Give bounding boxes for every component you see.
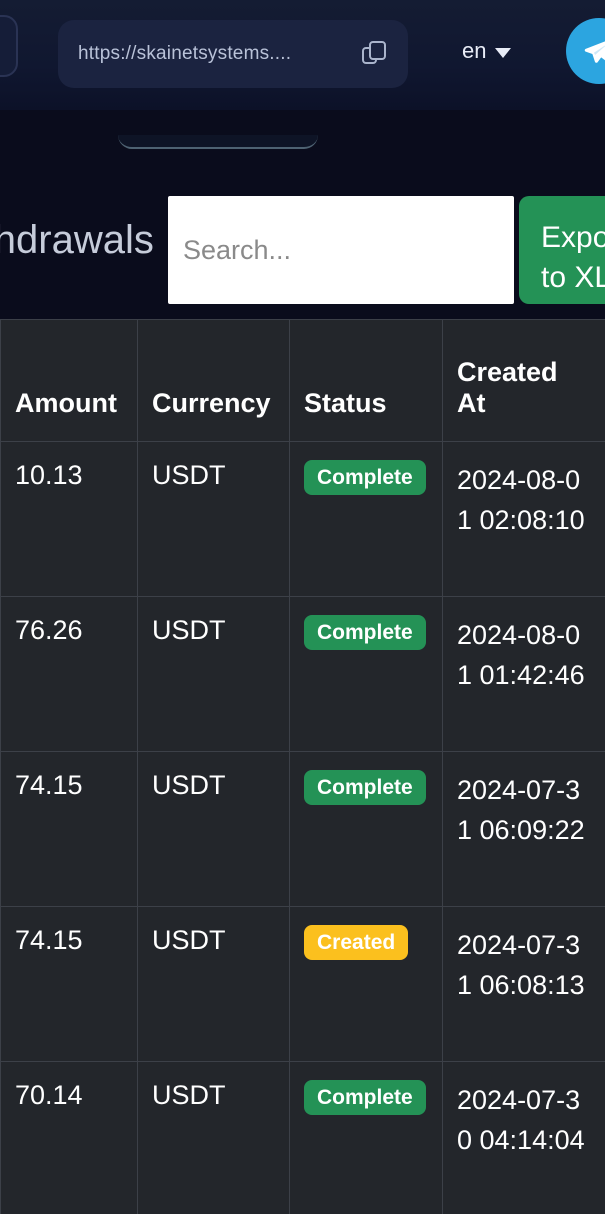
telegram-send-icon[interactable] — [566, 18, 605, 84]
cell-currency: USDT — [137, 1061, 290, 1214]
table-row[interactable]: 10.13 USDT Complete 2024-08-01 02:08:10 — [0, 441, 605, 597]
export-to-xlsx-button[interactable]: Export to XLSX — [519, 196, 605, 304]
status-badge: Complete — [304, 615, 426, 650]
table-header: Amount Currency Status Created At — [0, 319, 605, 442]
withdrawals-table: Amount Currency Status Created At 10.13 U… — [0, 319, 605, 1214]
status-badge: Complete — [304, 460, 426, 495]
cell-amount: 10.13 — [0, 441, 138, 597]
url-text: https://skainetsystems.... — [78, 43, 292, 64]
cell-currency: USDT — [137, 906, 290, 1062]
column-header-amount[interactable]: Amount — [0, 319, 138, 442]
column-header-created-at[interactable]: Created At — [442, 319, 605, 442]
app-screen: https://skainetsystems.... en Withdrawal… — [0, 0, 605, 1214]
table-header-row: Amount Currency Status Created At — [0, 319, 605, 442]
table-row[interactable]: 74.15 USDT Created 2024-07-31 06:08:13 — [0, 906, 605, 1062]
column-header-status[interactable]: Status — [289, 319, 443, 442]
withdrawals-table-container[interactable]: Amount Currency Status Created At 10.13 U… — [0, 319, 605, 1214]
cell-created-at: 2024-07-30 04:14:04 — [442, 1061, 605, 1214]
back-button[interactable] — [0, 15, 18, 77]
cell-status: Complete — [289, 1061, 443, 1214]
language-label: en — [462, 38, 487, 63]
created-at-value: 2024-08-01 01:42:46 — [457, 620, 585, 690]
cell-created-at: 2024-08-01 02:08:10 — [442, 441, 605, 597]
page-title: Withdrawals — [0, 218, 154, 262]
cell-currency: USDT — [137, 596, 290, 752]
status-badge: Complete — [304, 1080, 426, 1115]
search-input[interactable] — [168, 196, 514, 304]
browser-header: https://skainetsystems.... en — [0, 0, 605, 110]
chevron-down-icon — [495, 47, 512, 58]
table-body: 10.13 USDT Complete 2024-08-01 02:08:10 76.2… — [0, 441, 605, 1214]
cell-created-at: 2024-07-31 06:08:13 — [442, 906, 605, 1062]
table-row[interactable]: 76.26 USDT Complete 2024-08-01 01:42:46 — [0, 596, 605, 752]
created-at-value: 2024-07-30 04:14:04 — [457, 1085, 585, 1155]
cell-status: Created — [289, 906, 443, 1062]
created-at-value: 2024-07-31 06:08:13 — [457, 930, 585, 1000]
cell-amount: 76.26 — [0, 596, 138, 752]
language-selector[interactable]: en — [462, 38, 512, 64]
cell-created-at: 2024-08-01 01:42:46 — [442, 596, 605, 752]
cell-amount: 74.15 — [0, 751, 138, 907]
cell-amount: 70.14 — [0, 1061, 138, 1214]
copy-icon[interactable] — [362, 41, 388, 67]
cell-status: Complete — [289, 751, 443, 907]
cell-currency: USDT — [137, 751, 290, 907]
cell-status: Complete — [289, 441, 443, 597]
scrolled-card-edge — [118, 135, 318, 149]
created-at-value: 2024-08-01 02:08:10 — [457, 465, 585, 535]
created-at-value: 2024-07-31 06:09:22 — [457, 775, 585, 845]
column-header-currency[interactable]: Currency — [137, 319, 290, 442]
table-row[interactable]: 74.15 USDT Complete 2024-07-31 06:09:22 — [0, 751, 605, 907]
status-badge: Complete — [304, 770, 426, 805]
cell-created-at: 2024-07-31 06:09:22 — [442, 751, 605, 907]
table-row[interactable]: 70.14 USDT Complete 2024-07-30 04:14:04 — [0, 1061, 605, 1214]
status-badge: Created — [304, 925, 409, 960]
page-body: Withdrawals Export to XLSX Amount Curren… — [0, 110, 605, 1214]
cell-status: Complete — [289, 596, 443, 752]
cell-amount: 74.15 — [0, 906, 138, 1062]
cell-currency: USDT — [137, 441, 290, 597]
url-bar[interactable]: https://skainetsystems.... — [58, 20, 408, 88]
page-toolbar: Withdrawals Export to XLSX — [0, 196, 605, 304]
